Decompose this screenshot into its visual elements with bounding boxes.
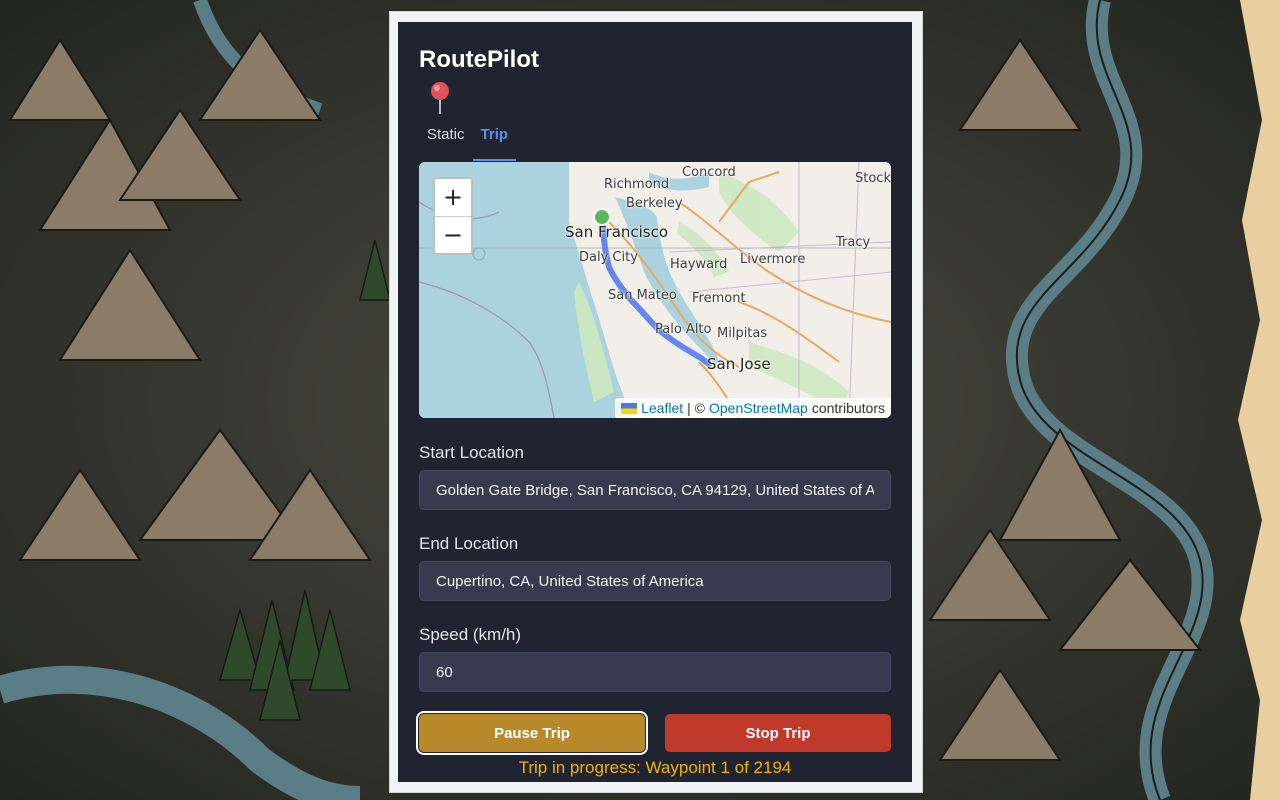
map-pin-icon: [431, 82, 449, 114]
routepilot-popup: RoutePilot Static Trip Richmond Concord …: [398, 22, 912, 782]
trip-status-text: Trip in progress: Waypoint 1 of 2194: [518, 758, 792, 777]
mode-tabs: Static Trip: [419, 121, 891, 161]
speed-label: Speed (km/h): [419, 625, 522, 644]
openstreetmap-link[interactable]: OpenStreetMap: [709, 400, 808, 416]
start-location-label: Start Location: [419, 443, 524, 462]
map-label-concord: Concord: [682, 165, 736, 180]
zoom-in-button[interactable]: +: [435, 179, 471, 217]
map-label-san-mateo: San Mateo: [608, 288, 677, 303]
map-label-san-jose: San Jose: [707, 355, 771, 373]
map-label-berkeley: Berkeley: [626, 196, 683, 211]
map-label-livermore: Livermore: [740, 252, 806, 267]
tab-trip[interactable]: Trip: [472, 121, 517, 161]
map-label-milpitas: Milpitas: [717, 326, 768, 341]
start-location-input[interactable]: [419, 470, 891, 510]
end-location-input[interactable]: [419, 561, 891, 601]
map-attribution: Leaflet | © OpenStreetMap contributors: [615, 398, 891, 418]
pause-trip-button[interactable]: Pause Trip: [416, 711, 648, 755]
map-label-tracy: Tracy: [836, 235, 871, 250]
trip-actions: Pause Trip Stop Trip: [416, 711, 891, 755]
map-label-palo-alto: Palo Alto: [655, 322, 712, 337]
attribution-separator: | ©: [687, 400, 705, 416]
map-label-stockton: Stockt: [855, 171, 891, 186]
zoom-out-button[interactable]: −: [435, 217, 471, 254]
ukraine-flag-icon: [621, 402, 638, 414]
map-label-san-francisco: San Francisco: [565, 223, 669, 241]
map-label-fremont: Fremont: [692, 291, 746, 306]
map-label-daly-city: Daly City: [579, 250, 638, 265]
route-map[interactable]: Richmond Concord Stockt Berkeley San Fra…: [419, 162, 891, 418]
map-label-hayward: Hayward: [670, 257, 728, 272]
stop-trip-button[interactable]: Stop Trip: [665, 714, 891, 752]
tab-static[interactable]: Static: [419, 121, 473, 155]
leaflet-link[interactable]: Leaflet: [641, 400, 683, 416]
speed-input[interactable]: [419, 652, 891, 692]
attribution-suffix: contributors: [811, 400, 885, 416]
app-title: RoutePilot: [419, 46, 539, 73]
zoom-control: + −: [433, 177, 473, 255]
map-label-richmond: Richmond: [604, 177, 670, 192]
end-location-label: End Location: [419, 534, 519, 553]
